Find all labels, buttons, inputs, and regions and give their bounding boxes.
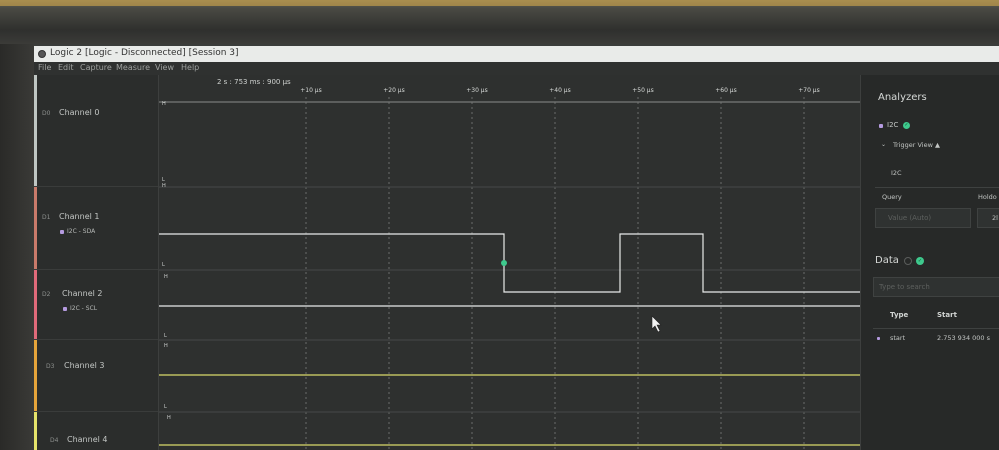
channel-color-stripe [34,270,37,339]
check-icon: ✓ [916,257,924,265]
holdoff-label: Holdo [978,193,997,201]
waveform-canvas[interactable]: H L H L H L H L H [159,75,861,450]
holdoff-input[interactable]: 2l [977,208,999,228]
channel-color-stripe [34,412,37,450]
row-type: start [890,334,906,342]
level-high-label: H [162,101,166,107]
table-header-divider [873,328,999,329]
waveform-area[interactable]: 2 s : 753 ms : 900 μs +10 μs +20 μs +30 … [158,75,861,450]
channel-index: D3 [46,363,55,370]
menu-edit[interactable]: Edit [58,63,74,72]
channel-name[interactable]: Channel 2 [62,289,102,298]
level-low-label: L [164,333,167,339]
menu-bar: File Edit Capture Measure View Help [34,62,999,75]
query-input[interactable]: Value (Auto) [875,208,971,228]
channel-index: D2 [42,291,51,298]
channel-row-4[interactable]: D4 Channel 4 [34,412,158,450]
channel-index: D0 [42,110,51,117]
i2c-start-marker [501,260,507,266]
table-row[interactable]: start 2.753 934 000 s [873,331,999,347]
chevron-down-icon[interactable]: ⌄ [881,141,886,148]
data-search-input[interactable]: Type to search [873,277,999,297]
channel-row-3[interactable]: D3 Channel 3 [34,340,158,412]
app-icon [38,50,46,58]
menu-file[interactable]: File [38,63,51,72]
row-start: 2.753 934 000 s [937,334,991,342]
menu-measure[interactable]: Measure [116,63,150,72]
data-title: Data [875,255,899,266]
analyzer-color-icon [63,307,67,311]
menu-capture[interactable]: Capture [80,63,112,72]
row-color-icon [877,337,880,340]
query-label: Query [882,193,902,201]
channel-color-stripe [34,75,37,186]
query-placeholder: Value (Auto) [888,214,932,222]
holdoff-value: 2l [992,214,998,222]
title-bar: Logic 2 [Logic - Disconnected] [Session … [34,46,999,62]
channel-color-stripe [34,187,37,269]
menu-view[interactable]: View [155,63,174,72]
table-header-start[interactable]: Start [937,311,957,319]
channel-list: D0 Channel 0 D1 Channel 1 I2C - SDA D2 C… [34,75,158,450]
channel-index: D4 [50,437,59,444]
table-header-type[interactable]: Type [890,311,908,319]
channel-separators [159,186,861,413]
monitor-bezel-left [0,44,34,450]
divider [875,187,999,188]
bezel-glare [0,0,999,6]
channel-index: D1 [42,214,51,221]
window-title: Logic 2 [Logic - Disconnected] [Session … [50,48,239,58]
analyzers-title: Analyzers [878,92,927,103]
level-high-label: H [167,415,171,421]
channel-row-2[interactable]: D2 Channel 2 I2C - SCL [34,270,158,340]
channel-name[interactable]: Channel 1 [59,212,99,221]
trigger-view-toggle[interactable]: Trigger View ▲ [893,141,940,149]
level-low-label: L [162,262,165,268]
app-window: Logic 2 [Logic - Disconnected] [Session … [34,46,999,450]
level-high-label: H [164,343,168,349]
search-placeholder: Type to search [879,283,930,291]
analyzer-name[interactable]: I2C [887,121,898,129]
level-high-label: H [164,274,168,280]
check-icon: ✓ [903,122,910,129]
channel-analyzer-label: I2C - SCL [70,305,98,312]
channel-analyzer-label: I2C - SDA [67,228,96,235]
channel-color-stripe [34,340,37,411]
analyzers-panel: Analyzers I2C ✓ ⌄ Trigger View ▲ I2C Que… [860,75,999,450]
analyzer-color-icon [60,230,64,234]
menu-help[interactable]: Help [181,63,199,72]
trigger-analyzer[interactable]: I2C [891,169,902,177]
channel-name[interactable]: Channel 4 [67,435,107,444]
channel-row-1[interactable]: D1 Channel 1 I2C - SDA [34,187,158,270]
info-icon[interactable] [904,257,912,265]
analyzer-color-icon [879,124,883,128]
level-high-label: H [162,183,166,189]
time-gridlines [305,97,805,450]
channel-name[interactable]: Channel 0 [59,108,99,117]
mouse-cursor-icon [651,315,662,333]
channel-1-waveform [159,233,861,293]
channel-name[interactable]: Channel 3 [64,361,104,370]
channel-row-0[interactable]: D0 Channel 0 [34,75,158,187]
monitor-bezel-top [0,0,999,44]
level-low-label: L [164,404,167,410]
